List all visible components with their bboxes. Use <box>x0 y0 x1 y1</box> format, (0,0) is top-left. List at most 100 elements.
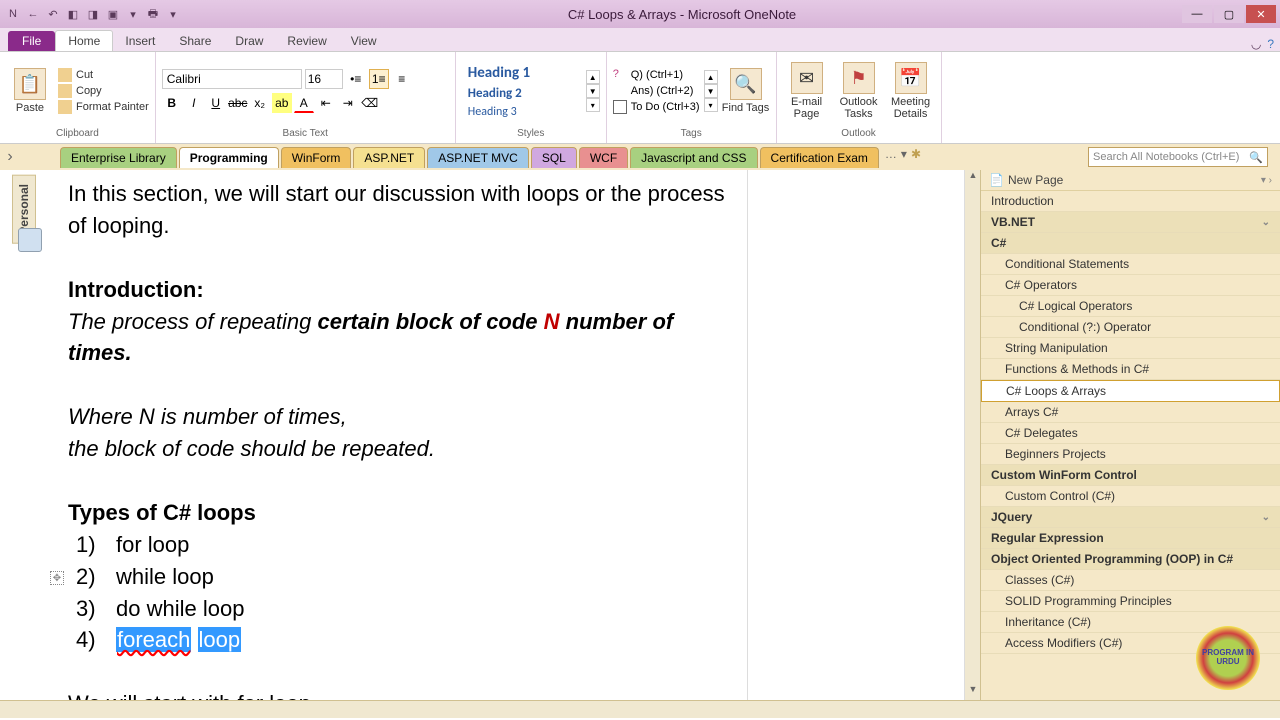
close-button[interactable]: ✕ <box>1246 5 1276 23</box>
tags-more-icon[interactable]: ▾ <box>704 98 718 112</box>
tag-question[interactable]: ?Q) (Ctrl+1) <box>613 68 700 82</box>
gallery-up-icon[interactable]: ▲ <box>586 70 600 84</box>
new-section-icon[interactable]: ✱ <box>911 147 921 168</box>
fullpage-icon[interactable]: ▣ <box>104 5 122 23</box>
page-item-solid[interactable]: SOLID Programming Principles <box>981 591 1280 612</box>
sections-dropdown-icon[interactable]: ▾ <box>901 147 907 168</box>
qat-dropdown-icon[interactable]: ▾ <box>124 5 142 23</box>
quick-access-toolbar: N ← ↶ ◧ ◨ ▣ ▾ 🖶 ▾ <box>4 5 182 23</box>
search-input[interactable]: Search All Notebooks (Ctrl+E) 🔍 <box>1088 147 1268 167</box>
dock2-icon[interactable]: ◨ <box>84 5 102 23</box>
scroll-up-icon[interactable]: ▲ <box>965 170 981 186</box>
meeting-details-button[interactable]: 📅Meeting Details <box>887 62 935 120</box>
ribbon-tabs: File Home Insert Share Draw Review View … <box>0 28 1280 52</box>
expand-nav-icon[interactable]: › <box>0 148 20 166</box>
page-canvas[interactable]: In this section, we will start our discu… <box>0 170 980 700</box>
page-group-oop[interactable]: Object Oriented Programming (OOP) in C# <box>981 549 1280 570</box>
help-icon[interactable]: ? <box>1267 37 1274 51</box>
tag-todo[interactable]: To Do (Ctrl+3) <box>613 100 700 114</box>
dock-icon[interactable]: ◧ <box>64 5 82 23</box>
print-dropdown-icon[interactable]: ▾ <box>164 5 182 23</box>
indent-increase-button[interactable]: ⇥ <box>338 93 358 113</box>
font-family-select[interactable] <box>162 69 302 89</box>
subscript-button[interactable]: x₂ <box>250 93 270 113</box>
styles-gallery[interactable]: Heading 1 Heading 2 Heading 3 <box>462 63 582 120</box>
section-tab-programming[interactable]: Programming <box>179 147 279 168</box>
section-tab-wcf[interactable]: WCF <box>579 147 628 168</box>
page-item-beginners[interactable]: Beginners Projects <box>981 444 1280 465</box>
minimize-button[interactable]: — <box>1182 5 1212 23</box>
back-icon[interactable]: ← <box>24 5 42 23</box>
page-group-vbnet[interactable]: VB.NET⌄ <box>981 212 1280 233</box>
tags-down-icon[interactable]: ▼ <box>704 84 718 98</box>
section-tab-aspnetmvc[interactable]: ASP.NET MVC <box>427 147 529 168</box>
tags-up-icon[interactable]: ▲ <box>704 70 718 84</box>
page-item-ops[interactable]: C# Operators <box>981 275 1280 296</box>
cut-button[interactable]: Cut <box>58 68 149 82</box>
question-icon: ? <box>613 68 627 82</box>
section-tab-enterprise[interactable]: Enterprise Library <box>60 147 177 168</box>
page-group-regex[interactable]: Regular Expression <box>981 528 1280 549</box>
section-tab-jscss[interactable]: Javascript and CSS <box>630 147 757 168</box>
page-item-arrays[interactable]: Arrays C# <box>981 402 1280 423</box>
vertical-scrollbar[interactable]: ▲ ▼ <box>964 170 980 700</box>
print-icon[interactable]: 🖶 <box>144 5 162 23</box>
page-group-jquery[interactable]: JQuery⌄ <box>981 507 1280 528</box>
bold-button[interactable]: B <box>162 93 182 113</box>
find-tags-icon: 🔍 <box>730 68 762 100</box>
align-button[interactable]: ≡ <box>392 69 412 89</box>
maximize-button[interactable]: ▢ <box>1214 5 1244 23</box>
home-tab[interactable]: Home <box>55 30 113 51</box>
page-item-classes[interactable]: Classes (C#) <box>981 570 1280 591</box>
outlook-tasks-button[interactable]: ⚑Outlook Tasks <box>835 62 883 120</box>
indent-decrease-button[interactable]: ⇤ <box>316 93 336 113</box>
section-tab-sql[interactable]: SQL <box>531 147 577 168</box>
page-item-delegates[interactable]: C# Delegates <box>981 423 1280 444</box>
tag-answer[interactable]: Ans) (Ctrl+2) <box>613 84 700 98</box>
insert-tab[interactable]: Insert <box>113 31 167 51</box>
page-item-logops[interactable]: C# Logical Operators <box>981 296 1280 317</box>
page-item-cond[interactable]: Conditional Statements <box>981 254 1280 275</box>
paragraph-handle-icon[interactable]: ✥ <box>50 571 64 585</box>
onenote-icon[interactable]: N <box>4 5 22 23</box>
undo-icon[interactable]: ↶ <box>44 5 62 23</box>
email-page-button[interactable]: ✉E-mail Page <box>783 62 831 120</box>
find-tags-button[interactable]: 🔍 Find Tags <box>722 68 770 114</box>
section-tab-aspnet[interactable]: ASP.NET <box>353 147 425 168</box>
format-painter-button[interactable]: Format Painter <box>58 100 149 114</box>
page-item-condop[interactable]: Conditional (?:) Operator <box>981 317 1280 338</box>
share-tab[interactable]: Share <box>167 31 223 51</box>
page-item-introduction[interactable]: Introduction <box>981 191 1280 212</box>
paste-button[interactable]: 📋 Paste <box>6 68 54 114</box>
page-item-funcs[interactable]: Functions & Methods in C# <box>981 359 1280 380</box>
strike-button[interactable]: abc <box>228 93 248 113</box>
ribbon-collapse-icon[interactable]: ◡ <box>1251 37 1261 51</box>
ribbon: 📋 Paste Cut Copy Format Painter Clipboar… <box>0 52 1280 144</box>
gallery-more-icon[interactable]: ▾ <box>586 98 600 112</box>
section-tab-winform[interactable]: WinForm <box>281 147 352 168</box>
new-page-button[interactable]: 📄New Page▾ › <box>981 170 1280 191</box>
scroll-down-icon[interactable]: ▼ <box>965 684 981 700</box>
more-sections-button[interactable]: … <box>885 147 897 168</box>
page-item-customctrl[interactable]: Custom Control (C#) <box>981 486 1280 507</box>
review-tab[interactable]: Review <box>275 31 338 51</box>
page-group-csharp[interactable]: C# <box>981 233 1280 254</box>
section-tab-cert[interactable]: Certification Exam <box>760 147 879 168</box>
page-group-winform[interactable]: Custom WinForm Control <box>981 465 1280 486</box>
gallery-down-icon[interactable]: ▼ <box>586 84 600 98</box>
underline-button[interactable]: U <box>206 93 226 113</box>
font-color-button[interactable]: A <box>294 93 314 113</box>
page-item-loops[interactable]: C# Loops & Arrays <box>981 380 1280 402</box>
highlight-button[interactable]: ab <box>272 93 292 113</box>
file-tab[interactable]: File <box>8 31 55 51</box>
italic-button[interactable]: I <box>184 93 204 113</box>
font-size-select[interactable] <box>305 69 343 89</box>
draw-tab[interactable]: Draw <box>223 31 275 51</box>
numbering-button[interactable]: 1≡ <box>369 69 389 89</box>
bullets-button[interactable]: •≡ <box>346 69 366 89</box>
page-item-strman[interactable]: String Manipulation <box>981 338 1280 359</box>
clear-format-button[interactable]: ⌫ <box>360 93 380 113</box>
view-tab[interactable]: View <box>339 31 389 51</box>
copy-button[interactable]: Copy <box>58 84 149 98</box>
note-content[interactable]: In this section, we will start our discu… <box>48 170 748 700</box>
